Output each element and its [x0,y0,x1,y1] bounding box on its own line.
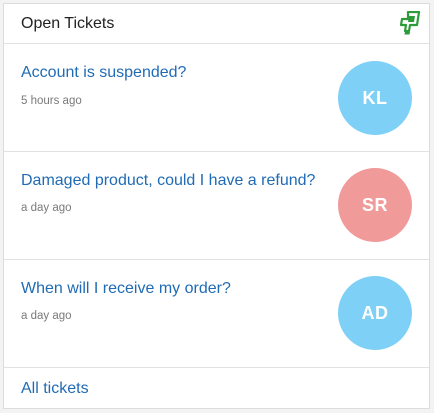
requester-avatar[interactable]: AD [338,276,412,350]
all-tickets-link[interactable]: All tickets [21,380,89,398]
ticket-row[interactable]: When will I receive my order? a day ago … [4,260,429,368]
ticket-subject-link[interactable]: When will I receive my order? [21,280,231,298]
avatar-initials: SR [361,194,388,215]
avatar-initials: AD [361,302,389,323]
ticket-timestamp: 5 hours ago [21,95,82,107]
widget-footer: All tickets [4,368,429,408]
ticket-row[interactable]: Damaged product, could I have a refund? … [4,152,429,260]
avatar-initials: KL [362,87,388,108]
ticket-timestamp: a day ago [21,202,72,214]
ticket-timestamp: a day ago [21,310,72,322]
open-tickets-widget: Open Tickets Account is suspended? 5 hou… [3,3,430,409]
ticket-subject-link[interactable]: Account is suspended? [21,64,186,82]
freshdesk-logo-icon-graphic [399,10,421,35]
requester-avatar[interactable]: SR [338,168,412,242]
requester-avatar[interactable]: KL [338,61,412,135]
freshdesk-logo-icon[interactable] [399,10,421,35]
ticket-row[interactable]: Account is suspended? 5 hours ago KL [4,44,429,152]
widget-header: Open Tickets [4,4,429,44]
ticket-subject-link[interactable]: Damaged product, could I have a refund? [21,172,315,190]
widget-title: Open Tickets [21,15,115,32]
